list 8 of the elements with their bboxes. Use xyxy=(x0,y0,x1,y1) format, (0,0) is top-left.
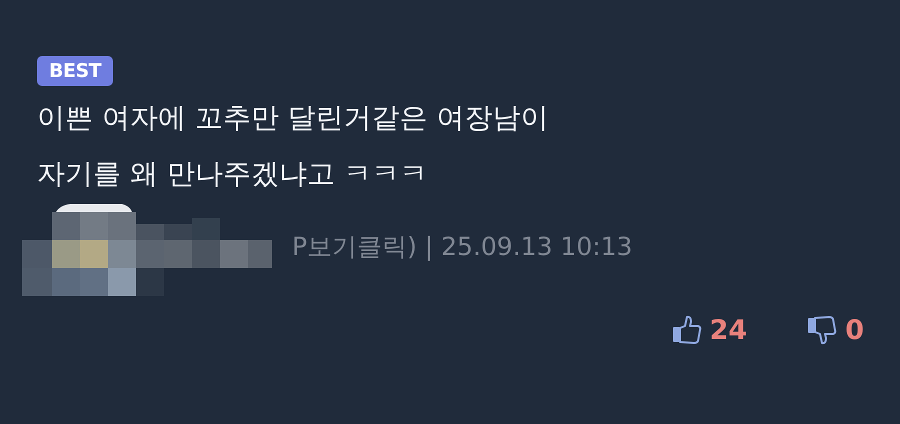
thumbs-down-icon[interactable] xyxy=(807,314,838,346)
best-badge: BEST xyxy=(37,56,114,86)
comment-meta: P보기클릭) | 25.09.13 10:13 xyxy=(292,230,632,262)
like-count: 24 xyxy=(710,314,748,346)
dislike-count: 0 xyxy=(845,314,864,346)
comment-text: 자기를 왜 만나주겠냐고 ㅋㅋㅋ xyxy=(37,156,429,192)
thumbs-up-icon[interactable] xyxy=(672,314,702,346)
comment-text: 이쁜 여자에 꼬추만 달린거같은 여장남이 xyxy=(37,100,550,136)
